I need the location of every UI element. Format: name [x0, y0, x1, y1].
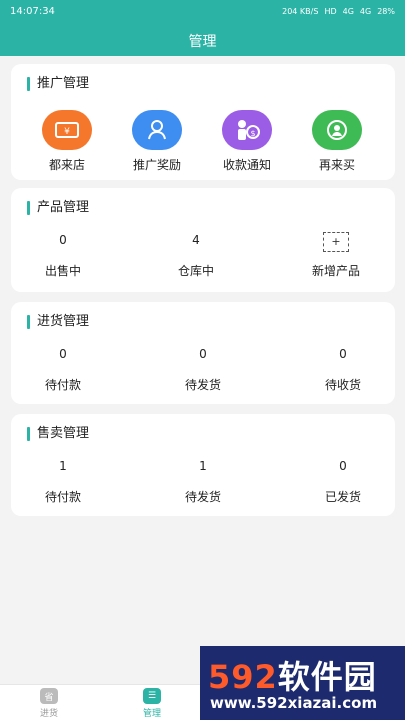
- stat-value: 0: [59, 347, 67, 361]
- stat-label: 出售中: [44, 264, 81, 278]
- purchase-title: 进货管理: [27, 315, 89, 329]
- product-card: 产品管理 0 出售中 4 仓库中 + 新增产品: [11, 188, 395, 292]
- stat-value: 0: [59, 233, 67, 247]
- sales-card: 售卖管理 1 待付款 1 待发货 0 已发货: [11, 414, 395, 516]
- promo-item-payment-notice[interactable]: $ 收款通知: [202, 110, 292, 173]
- stat-sales-unpaid[interactable]: 1 待付款: [23, 458, 103, 505]
- plus-icon: +: [323, 232, 349, 252]
- add-product-button[interactable]: + 新增产品: [296, 232, 376, 279]
- promo-item-rebuy[interactable]: 再来买: [292, 110, 382, 173]
- purchase-card: 进货管理 0 待付款 0 待发货 0 待收货: [11, 302, 395, 404]
- stat-purchase-unpaid[interactable]: 0 待付款: [23, 346, 103, 393]
- promotion-title: 推广管理: [27, 77, 89, 91]
- stat-purchase-to-ship[interactable]: 0 待发货: [163, 346, 243, 393]
- stat-label: 新增产品: [311, 264, 360, 278]
- stat-sales-shipped[interactable]: 0 已发货: [303, 458, 383, 505]
- watermark-brand-text: 软件园: [277, 658, 377, 696]
- tab-label: 进货: [39, 709, 58, 719]
- stat-label: 待发货: [184, 378, 221, 392]
- stat-value: 4: [192, 233, 200, 247]
- battery-level: 28%: [377, 6, 395, 16]
- ticket-icon: ¥: [42, 110, 92, 150]
- tab-purchase[interactable]: 省 进货: [24, 688, 74, 719]
- menu-icon: ☰: [143, 688, 161, 704]
- promo-label: 都来店: [48, 158, 85, 172]
- watermark-url: www.592xiazai.com: [210, 694, 378, 712]
- svg-text:¥: ¥: [64, 127, 70, 137]
- stat-on-sale[interactable]: 0 出售中: [23, 232, 103, 279]
- watermark-logo: 592软件园 www.592xiazai.com: [200, 646, 405, 720]
- save-badge-icon: 省: [40, 688, 58, 704]
- stat-label: 已发货: [324, 490, 361, 504]
- hd-badge: HD: [324, 6, 337, 16]
- money-person-icon: $: [222, 110, 272, 150]
- tab-label: 管理: [142, 709, 161, 719]
- stat-value: 0: [199, 347, 207, 361]
- network-speed: 204 KB/S: [282, 6, 319, 16]
- page-title: 管理: [188, 34, 217, 50]
- status-bar: 14:07:34 204 KB/S HD 4G 4G 28%: [10, 3, 395, 19]
- sales-title: 售卖管理: [27, 427, 89, 441]
- stat-value: 1: [59, 459, 67, 473]
- product-title: 产品管理: [27, 201, 89, 215]
- promo-label: 再来买: [318, 158, 355, 172]
- promotion-card: 推广管理 ¥ 都来店 推广奖励 $ 收款通知 再来买: [11, 64, 395, 180]
- stat-label: 待发货: [184, 490, 221, 504]
- stat-sales-to-ship[interactable]: 1 待发货: [163, 458, 243, 505]
- promo-label: 推广奖励: [132, 158, 181, 172]
- watermark-brand-number: 592: [208, 658, 278, 696]
- stat-purchase-to-receive[interactable]: 0 待收货: [303, 346, 383, 393]
- stat-label: 待收货: [324, 378, 361, 392]
- promo-item-dulaidian[interactable]: ¥ 都来店: [22, 110, 112, 173]
- stat-label: 待付款: [44, 490, 81, 504]
- status-time: 14:07:34: [10, 5, 55, 17]
- top-bar: 14:07:34 204 KB/S HD 4G 4G 28% 管理: [0, 0, 405, 56]
- stat-label: 仓库中: [177, 264, 214, 278]
- watermark-brand: 592软件园: [208, 652, 377, 698]
- stat-value: 0: [339, 347, 347, 361]
- user-badge-icon: [132, 110, 182, 150]
- stat-value: 1: [199, 459, 207, 473]
- promotion-items: ¥ 都来店 推广奖励 $ 收款通知 再来买: [11, 110, 395, 176]
- tab-manage[interactable]: ☰ 管理: [127, 688, 177, 719]
- repeat-user-icon: [312, 110, 362, 150]
- promo-item-reward[interactable]: 推广奖励: [112, 110, 202, 173]
- signal-2: 4G: [359, 6, 372, 16]
- stat-label: 待付款: [44, 378, 81, 392]
- svg-text:$: $: [250, 129, 255, 138]
- promo-label: 收款通知: [222, 158, 271, 172]
- stat-in-warehouse[interactable]: 4 仓库中: [156, 232, 236, 279]
- signal-1: 4G: [342, 6, 354, 16]
- status-icons: 204 KB/S HD 4G 4G 28%: [282, 7, 395, 16]
- stat-value: 0: [339, 459, 347, 473]
